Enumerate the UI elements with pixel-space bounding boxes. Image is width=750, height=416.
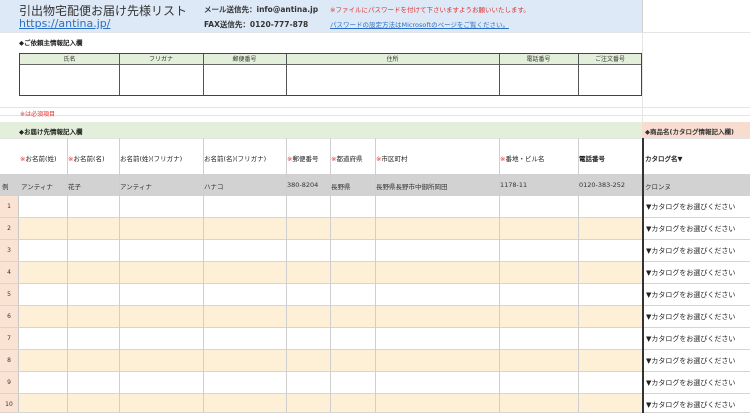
col-header-first-kana: お名前(名)(フリガナ) <box>204 155 267 163</box>
catalog-select[interactable]: ▼カタログをお選びください <box>644 394 750 412</box>
row-number: 7 <box>0 328 19 349</box>
col-header-zip: ※郵便番号 <box>287 155 319 163</box>
row-number: 2 <box>0 218 19 239</box>
column-divider <box>578 138 579 413</box>
column-divider <box>119 138 120 413</box>
column-divider <box>67 138 68 413</box>
client-col-zip: 郵便番号 <box>232 56 257 63</box>
example-cell: アンティナ <box>21 183 53 191</box>
catalog-select[interactable]: ▼カタログをお選びください <box>644 240 750 261</box>
client-divider <box>286 54 287 95</box>
catalog-select[interactable]: ▼カタログをお選びください <box>644 284 750 305</box>
row-number: 3 <box>0 240 19 261</box>
column-divider <box>499 138 500 413</box>
column-divider <box>375 138 376 413</box>
row-number: 4 <box>0 262 19 283</box>
client-col-order: ご注文番号 <box>594 56 625 63</box>
col-header-first-name: ※お名前(名) <box>68 155 105 163</box>
col-header-city: ※市区町村 <box>376 155 408 163</box>
delivery-section-label: ◆お届け先情報記入欄 <box>19 128 83 136</box>
example-label: 例 <box>2 183 9 191</box>
row-number: 1 <box>0 196 19 217</box>
delivery-section-band <box>0 122 642 138</box>
row-number: 8 <box>0 350 19 371</box>
password-note: ※ファイルにパスワードを付けて下さいますようお願いいたします。 <box>330 6 530 14</box>
header-band-right <box>642 0 750 32</box>
grid-line <box>0 32 750 33</box>
example-cell: 0120-383-252 <box>579 181 626 189</box>
client-section-label: ◆ご依頼主情報記入欄 <box>19 39 83 47</box>
example-cell: クロンヌ <box>645 183 671 191</box>
catalog-select[interactable]: ▼カタログをお選びください <box>644 350 750 371</box>
catalog-select[interactable]: ▼カタログをお選びください <box>644 262 750 283</box>
col-header-phone: 電話番号 <box>579 155 605 163</box>
client-divider <box>119 54 120 95</box>
mail-label: メール送信先：info@antina.jp <box>204 5 319 14</box>
client-col-phone: 電話番号 <box>526 56 551 63</box>
example-cell: 長野県 <box>331 183 351 191</box>
column-divider <box>203 138 204 413</box>
spreadsheet-view: 引出物宅配便お届け先様リスト https://antina.jp/ メール送信先… <box>0 0 750 413</box>
catalog-column-border <box>642 138 644 413</box>
client-col-name: 氏名 <box>63 56 76 63</box>
row-number: 6 <box>0 306 19 327</box>
catalog-select[interactable]: ▼カタログをお選びください <box>644 218 750 239</box>
catalog-section-label: ◆商品名(カタログ情報記入欄) <box>645 128 734 136</box>
col-header-catalog: カタログ名▼ <box>645 155 683 163</box>
password-link[interactable]: パスワードの設定方法はMicrosoftのページをご覧ください。 <box>330 19 509 29</box>
client-col-address: 住所 <box>386 56 399 63</box>
site-link[interactable]: https://antina.jp/ <box>19 17 110 30</box>
col-header-last-name: ※お名前(姓) <box>20 155 57 163</box>
row-number: 9 <box>0 372 19 393</box>
catalog-select[interactable]: ▼カタログをお選びください <box>644 196 750 217</box>
fax-label: FAX送信先：0120-777-878 <box>204 20 309 29</box>
col-header-last-kana: お名前(姓)(フリガナ) <box>120 155 183 163</box>
grid-line <box>0 115 750 116</box>
client-divider <box>499 54 500 95</box>
col-header-prefecture: ※都道府県 <box>331 155 363 163</box>
catalog-select[interactable]: ▼カタログをお選びください <box>644 372 750 393</box>
client-col-kana: フリガナ <box>148 56 173 63</box>
catalog-select[interactable]: ▼カタログをお選びください <box>644 328 750 349</box>
example-cell: ハナコ <box>204 183 224 191</box>
client-divider <box>203 54 204 95</box>
client-info-table: 氏名 フリガナ 郵便番号 住所 電話番号 ご注文番号 <box>19 53 642 96</box>
required-note: ※は必須項目 <box>20 111 56 118</box>
catalog-select[interactable]: ▼カタログをお選びください <box>644 306 750 327</box>
example-cell: 長野県長野市中御所岡田 <box>376 183 448 191</box>
grid-line <box>0 107 750 108</box>
client-divider <box>578 54 579 95</box>
example-cell: 花子 <box>68 183 81 191</box>
example-cell: 380-8204 <box>287 181 319 189</box>
column-divider <box>286 138 287 413</box>
example-cell: アンティナ <box>120 183 152 191</box>
example-cell: 1178-11 <box>500 181 528 189</box>
row-number: 10 <box>0 394 19 412</box>
row-number: 5 <box>0 284 19 305</box>
grid-line <box>642 32 643 122</box>
column-divider <box>330 138 331 413</box>
col-header-street: ※番地・ビル名 <box>500 155 545 163</box>
